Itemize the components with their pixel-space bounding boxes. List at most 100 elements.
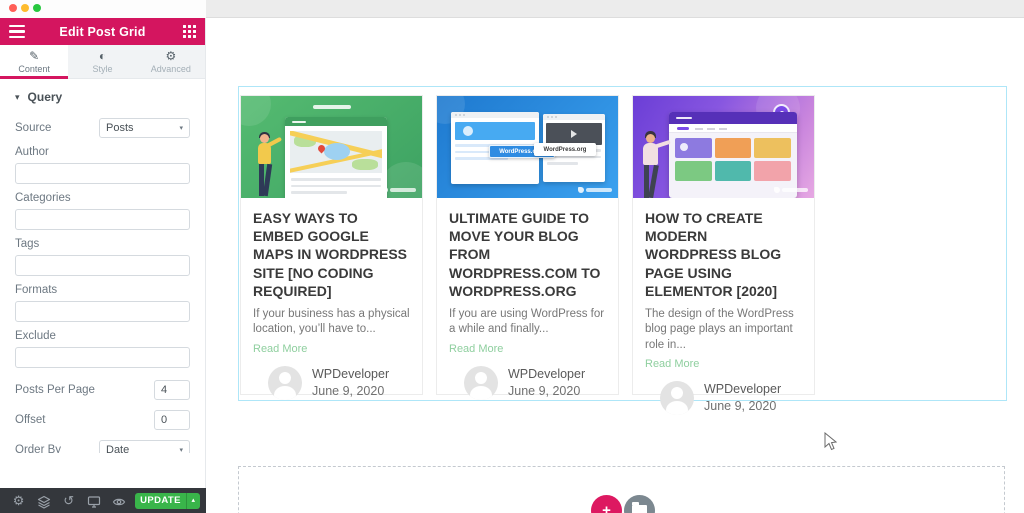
post-body: EASY WAYS TO EMBED GOOGLE MAPS IN WORDPR…: [241, 198, 422, 400]
post-excerpt: If your business has a physical location…: [253, 307, 410, 338]
post-body: ULTIMATE GUIDE TO MOVE YOUR BLOG FROM WO…: [437, 198, 618, 400]
menu-hamburger-icon[interactable]: [9, 25, 25, 38]
offset-row: Offset: [15, 410, 190, 430]
illustration-browser: [669, 112, 797, 198]
post-author: WPDeveloper: [704, 381, 781, 398]
exclude-input[interactable]: [15, 347, 190, 368]
order-by-select[interactable]: Date ▾: [99, 440, 190, 453]
panel-title: Edit Post Grid: [59, 25, 145, 39]
posts-per-page-input[interactable]: [154, 380, 190, 400]
post-thumbnail[interactable]: [241, 96, 422, 198]
exclude-field-group: Exclude: [15, 330, 190, 368]
pencil-icon: ✎: [29, 50, 39, 62]
author-input[interactable]: [15, 163, 190, 184]
source-row: Source Posts ▾: [15, 118, 190, 138]
half-circle-icon: ◐: [99, 50, 106, 62]
panel-footer: ⚙ ↺ UPDATE ▴: [0, 488, 206, 513]
categories-field-group: Categories: [15, 192, 190, 230]
post-card: HOW TO CREATE MODERN WORDPRESS BLOG PAGE…: [632, 95, 815, 395]
order-by-row: Order By Date ▾: [15, 440, 190, 453]
post-author: WPDeveloper: [508, 366, 585, 383]
post-date: June 9, 2020: [508, 383, 585, 400]
tab-advanced[interactable]: ⚙ Advanced: [137, 45, 205, 78]
post-meta: WPDeveloper June 9, 2020: [253, 366, 410, 400]
watermark-logo: [390, 188, 416, 192]
history-icon[interactable]: ↺: [56, 488, 81, 513]
mouse-cursor: [824, 432, 837, 451]
query-section-toggle[interactable]: ▾ Query: [0, 79, 205, 112]
tags-field-group: Tags: [15, 238, 190, 276]
formats-field-group: Formats: [15, 284, 190, 322]
map-illustration: [290, 131, 382, 173]
panel-tabs: ✎ Content ◐ Style ⚙ Advanced: [0, 45, 205, 79]
post-meta: WPDeveloper June 9, 2020: [645, 381, 802, 415]
post-date: June 9, 2020: [312, 383, 389, 400]
navigator-icon[interactable]: [31, 488, 56, 513]
categories-input[interactable]: [15, 209, 190, 230]
watermark-logo: [782, 188, 808, 192]
chevron-down-icon: ▾: [179, 446, 183, 453]
post-date: June 9, 2020: [704, 398, 781, 415]
settings-icon[interactable]: ⚙: [6, 488, 31, 513]
illustration-shape: [324, 143, 350, 160]
post-title-link[interactable]: HOW TO CREATE MODERN WORDPRESS BLOG PAGE…: [645, 209, 802, 300]
formats-input[interactable]: [15, 301, 190, 322]
post-card: WordPress.com WordPress.org ULTIMATE GUI…: [436, 95, 619, 395]
panel-header: Edit Post Grid: [0, 18, 205, 45]
post-thumbnail[interactable]: WordPress.com WordPress.org: [437, 96, 618, 198]
wordpress-org-label: WordPress.org: [534, 143, 596, 156]
read-more-link[interactable]: Read More: [449, 343, 606, 355]
update-button[interactable]: UPDATE: [135, 493, 185, 509]
tab-content[interactable]: ✎ Content: [0, 45, 68, 78]
post-title-link[interactable]: EASY WAYS TO EMBED GOOGLE MAPS IN WORDPR…: [253, 209, 410, 300]
illustration-shape: [352, 159, 378, 170]
section-title: Query: [28, 90, 63, 104]
widgets-grid-icon[interactable]: [183, 25, 196, 38]
illustration-logo: [313, 105, 351, 109]
elementor-panel: Edit Post Grid ✎ Content ◐ Style ⚙ Advan…: [0, 18, 206, 488]
post-thumbnail[interactable]: [633, 96, 814, 198]
author-field-group: Author: [15, 146, 190, 184]
post-excerpt: The design of the WordPress blog page pl…: [645, 307, 802, 354]
tab-style[interactable]: ◐ Style: [68, 45, 136, 78]
folder-icon: [632, 505, 647, 513]
window-minimize-button[interactable]: [21, 4, 29, 12]
post-author: WPDeveloper: [312, 366, 389, 383]
illustration-shape: [291, 185, 381, 188]
post-card: EASY WAYS TO EMBED GOOGLE MAPS IN WORDPR…: [240, 95, 423, 395]
post-meta: WPDeveloper June 9, 2020: [449, 366, 606, 400]
preview-icon[interactable]: [106, 488, 131, 513]
posts-per-page-row: Posts Per Page: [15, 380, 190, 400]
preview-canvas: EASY WAYS TO EMBED GOOGLE MAPS IN WORDPR…: [206, 18, 1024, 513]
titlebar-right: [206, 0, 1024, 18]
query-controls: Source Posts ▾ Author Categories Tags: [0, 118, 205, 453]
window-close-button[interactable]: [9, 4, 17, 12]
post-grid-widget[interactable]: EASY WAYS TO EMBED GOOGLE MAPS IN WORDPR…: [238, 86, 1007, 401]
window-zoom-button[interactable]: [33, 4, 41, 12]
post-title-link[interactable]: ULTIMATE GUIDE TO MOVE YOUR BLOG FROM WO…: [449, 209, 606, 300]
chevron-down-icon: ▾: [179, 124, 183, 132]
gear-icon: ⚙: [165, 50, 176, 62]
author-avatar: [660, 381, 694, 415]
illustration-shape: [285, 117, 387, 126]
illustration-shape: [291, 191, 347, 194]
tags-input[interactable]: [15, 255, 190, 276]
author-avatar: [268, 366, 302, 400]
read-more-link[interactable]: Read More: [645, 358, 802, 370]
offset-input[interactable]: [154, 410, 190, 430]
update-options-caret[interactable]: ▴: [186, 493, 201, 509]
responsive-mode-icon[interactable]: [81, 488, 106, 513]
elementor-editor: Edit Post Grid ✎ Content ◐ Style ⚙ Advan…: [0, 0, 1024, 513]
person-illustration: [254, 134, 278, 198]
post-excerpt: If you are using WordPress for a while a…: [449, 307, 606, 338]
illustration-browser: [285, 117, 387, 198]
author-avatar: [464, 366, 498, 400]
post-body: HOW TO CREATE MODERN WORDPRESS BLOG PAGE…: [633, 198, 814, 415]
watermark-logo: [586, 188, 612, 192]
source-select[interactable]: Posts ▾: [99, 118, 190, 138]
illustration-shape: [291, 178, 381, 181]
titlebar-left: [0, 0, 206, 18]
illustration-shape: [241, 96, 271, 126]
read-more-link[interactable]: Read More: [253, 343, 410, 355]
person-illustration: [639, 132, 665, 198]
